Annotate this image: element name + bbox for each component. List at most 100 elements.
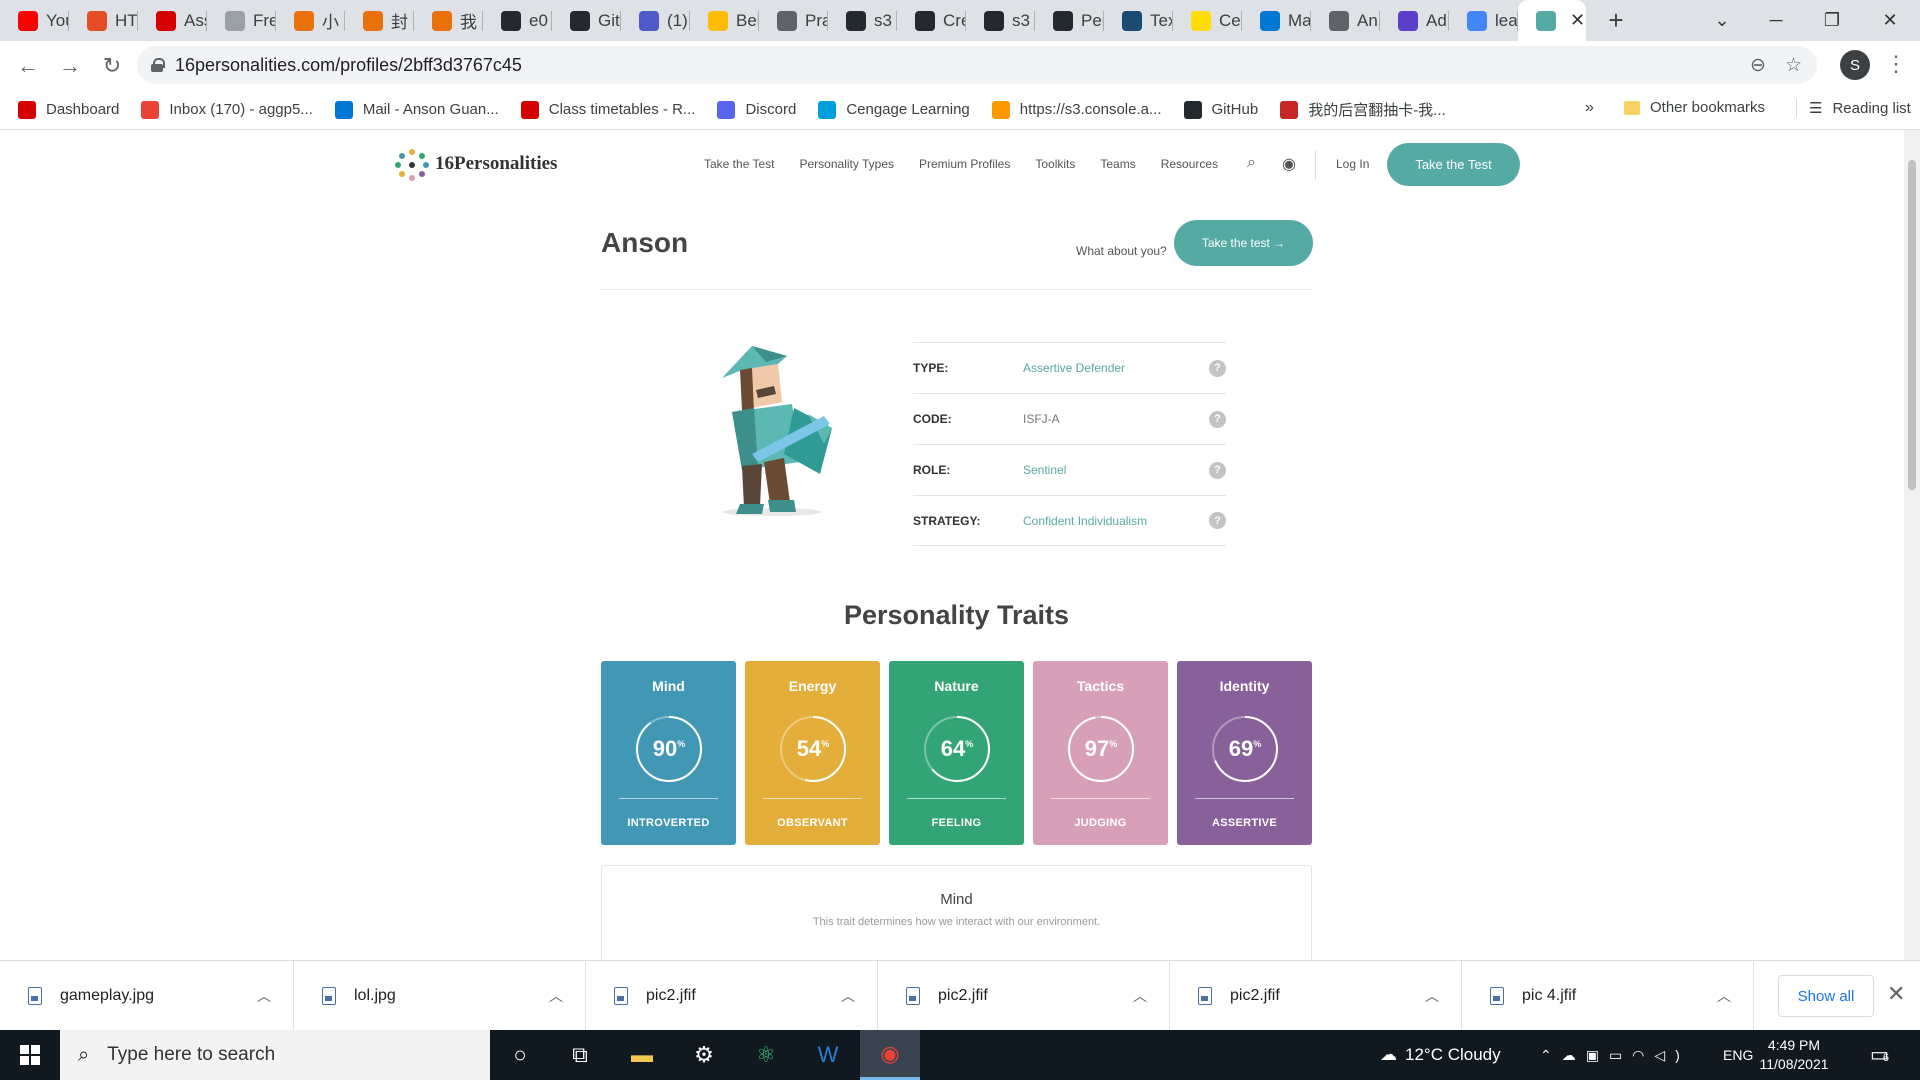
lock-icon[interactable] [151,58,165,72]
bookmark-item[interactable]: Dashboard [18,100,119,119]
bookmark-item[interactable]: Inbox (170) - aggp5... [141,100,313,119]
reload-icon[interactable]: ↻ [92,46,132,86]
trait-card-mind[interactable]: Mind 90% INTROVERTED [601,661,736,845]
nav-premium-profiles[interactable]: Premium Profiles [919,157,1010,171]
bookmark-item[interactable]: https://s3.console.a... [991,100,1162,119]
chevron-up-icon[interactable]: ︿ [841,986,855,1006]
trait-card-energy[interactable]: Energy 54% OBSERVANT [745,661,880,845]
browser-tab[interactable]: Ma [1242,0,1311,41]
browser-tab[interactable]: s3 [966,0,1035,41]
browser-tab[interactable]: Pra [759,0,828,41]
download-item[interactable]: lol.jpg ︿ [294,960,586,1031]
nav-toolkits[interactable]: Toolkits [1035,157,1075,171]
browser-tab[interactable]: lea [1449,0,1518,41]
trait-card-nature[interactable]: Nature 64% FEELING [889,661,1024,845]
new-tab-icon[interactable]: + [1596,5,1636,36]
cortana-icon[interactable]: ○ [490,1030,550,1080]
tab-active[interactable]: ✕ [1518,0,1586,41]
browser-tab[interactable]: An [1311,0,1380,41]
nav-resources[interactable]: Resources [1161,157,1218,171]
browser-tab[interactable]: 封 [345,0,414,41]
browser-tab[interactable]: Ce [1173,0,1242,41]
bookmark-item[interactable]: 我的后宫翻抽卡-我... [1280,99,1446,120]
weather-widget[interactable]: ☁ 12°C Cloudy [1380,1030,1501,1080]
reading-list[interactable]: ☰ Reading list [1796,99,1911,117]
download-item[interactable]: gameplay.jpg ︿ [0,960,294,1031]
browser-tab[interactable]: Git [552,0,621,41]
bookmark-item[interactable]: Class timetables - R... [520,100,695,119]
browser-tab[interactable]: Tex [1104,0,1173,41]
browser-tab[interactable]: Ad [1380,0,1449,41]
browser-tab[interactable]: 我 [414,0,483,41]
forward-icon[interactable]: → [50,46,90,86]
download-item[interactable]: pic2.jfif ︿ [1170,960,1462,1031]
help-icon[interactable]: ? [1209,359,1226,377]
nav-personality-types[interactable]: Personality Types [800,157,895,171]
nav-teams[interactable]: Teams [1100,157,1135,171]
chevron-up-icon[interactable]: ︿ [1717,986,1731,1006]
file-explorer-icon[interactable]: ▬ [612,1030,672,1080]
bookmark-item[interactable]: Cengage Learning [818,100,970,119]
chrome-icon[interactable]: ◉ [860,1030,920,1080]
chevron-up-icon[interactable]: ︿ [1133,986,1147,1006]
strategy-value-link[interactable]: Confident Individualism [1023,514,1147,528]
chevron-up-icon[interactable]: ︿ [1425,986,1439,1006]
address-bar[interactable]: 16personalities.com/profiles/2bff3d3767c… [137,46,1817,84]
notification-center-icon[interactable]: ▭6 [1870,1042,1889,1067]
close-window-button[interactable]: ✕ [1862,0,1918,41]
clock[interactable]: 4:49 PM 11/08/2021 [1746,1036,1842,1074]
settings-icon[interactable]: ⚙ [674,1030,734,1080]
browser-tab[interactable]: (1) [621,0,690,41]
zoom-icon[interactable]: ⊖ [1750,54,1766,77]
login-link[interactable]: Log In [1336,157,1369,171]
browser-tab[interactable]: HT [69,0,138,41]
profile-take-test-button[interactable]: Take the test → [1174,220,1313,266]
other-bookmarks-folder[interactable]: Other bookmarks [1624,99,1765,116]
browser-tab[interactable]: s3 [828,0,897,41]
trait-card-identity[interactable]: Identity 69% ASSERTIVE [1177,661,1312,845]
browser-tab[interactable]: 小 [276,0,345,41]
browser-tab[interactable]: You [0,0,69,41]
taskbar-search-box[interactable]: ⌕ Type here to search [60,1030,490,1080]
browser-tab[interactable]: e0 [483,0,552,41]
start-button[interactable] [0,1030,60,1080]
globe-icon[interactable]: ◉ [1282,154,1296,174]
trait-card-tactics[interactable]: Tactics 97% JUDGING [1033,661,1168,845]
bookmark-item[interactable]: Discord [717,100,796,119]
chrome-menu-icon[interactable]: ⋮ [1885,51,1907,77]
browser-tab[interactable]: Bel [690,0,759,41]
tab-search-icon[interactable]: ⌄ [1694,0,1750,41]
help-icon[interactable]: ? [1209,410,1226,428]
chevron-up-icon[interactable]: ︿ [549,986,563,1006]
download-item[interactable]: pic2.jfif ︿ [586,960,878,1031]
system-tray-icons[interactable]: ⌃☁▣▭◠◁) [1540,1030,1690,1080]
browser-tab[interactable]: Fre [207,0,276,41]
chevron-up-icon[interactable]: ︿ [257,986,271,1006]
role-value-link[interactable]: Sentinel [1023,463,1066,477]
back-icon[interactable]: ← [8,46,48,86]
bookmarks-overflow-icon[interactable]: » [1585,99,1594,117]
word-icon[interactable]: W [798,1030,858,1080]
close-shelf-icon[interactable]: ✕ [1887,981,1905,1007]
type-value-link[interactable]: Assertive Defender [1023,361,1125,375]
download-item[interactable]: pic2.jfif ︿ [878,960,1170,1031]
help-icon[interactable]: ? [1209,512,1226,529]
scrollbar-thumb[interactable] [1908,160,1916,490]
browser-tab[interactable]: Cre [897,0,966,41]
browser-tab[interactable]: Ass [138,0,207,41]
atom-app-icon[interactable]: ⚛ [736,1030,796,1080]
search-icon[interactable]: ⌕ [1247,154,1256,172]
close-tab-icon[interactable]: ✕ [1570,10,1585,31]
nav-take-test[interactable]: Take the Test [704,157,775,171]
show-all-downloads-button[interactable]: Show all [1778,975,1874,1017]
bookmark-item[interactable]: Mail - Anson Guan... [334,100,499,119]
download-item[interactable]: pic 4.jfif ︿ [1462,960,1754,1031]
minimize-button[interactable]: ─ [1748,0,1804,41]
restore-button[interactable]: ❐ [1804,0,1860,41]
bookmark-star-icon[interactable]: ☆ [1785,54,1802,77]
task-view-icon[interactable]: ⧉ [550,1030,610,1080]
take-test-button[interactable]: Take the Test [1387,143,1520,186]
site-logo[interactable]: 16Personalities [395,147,557,181]
browser-tab[interactable]: Per [1035,0,1104,41]
help-icon[interactable]: ? [1209,461,1226,479]
